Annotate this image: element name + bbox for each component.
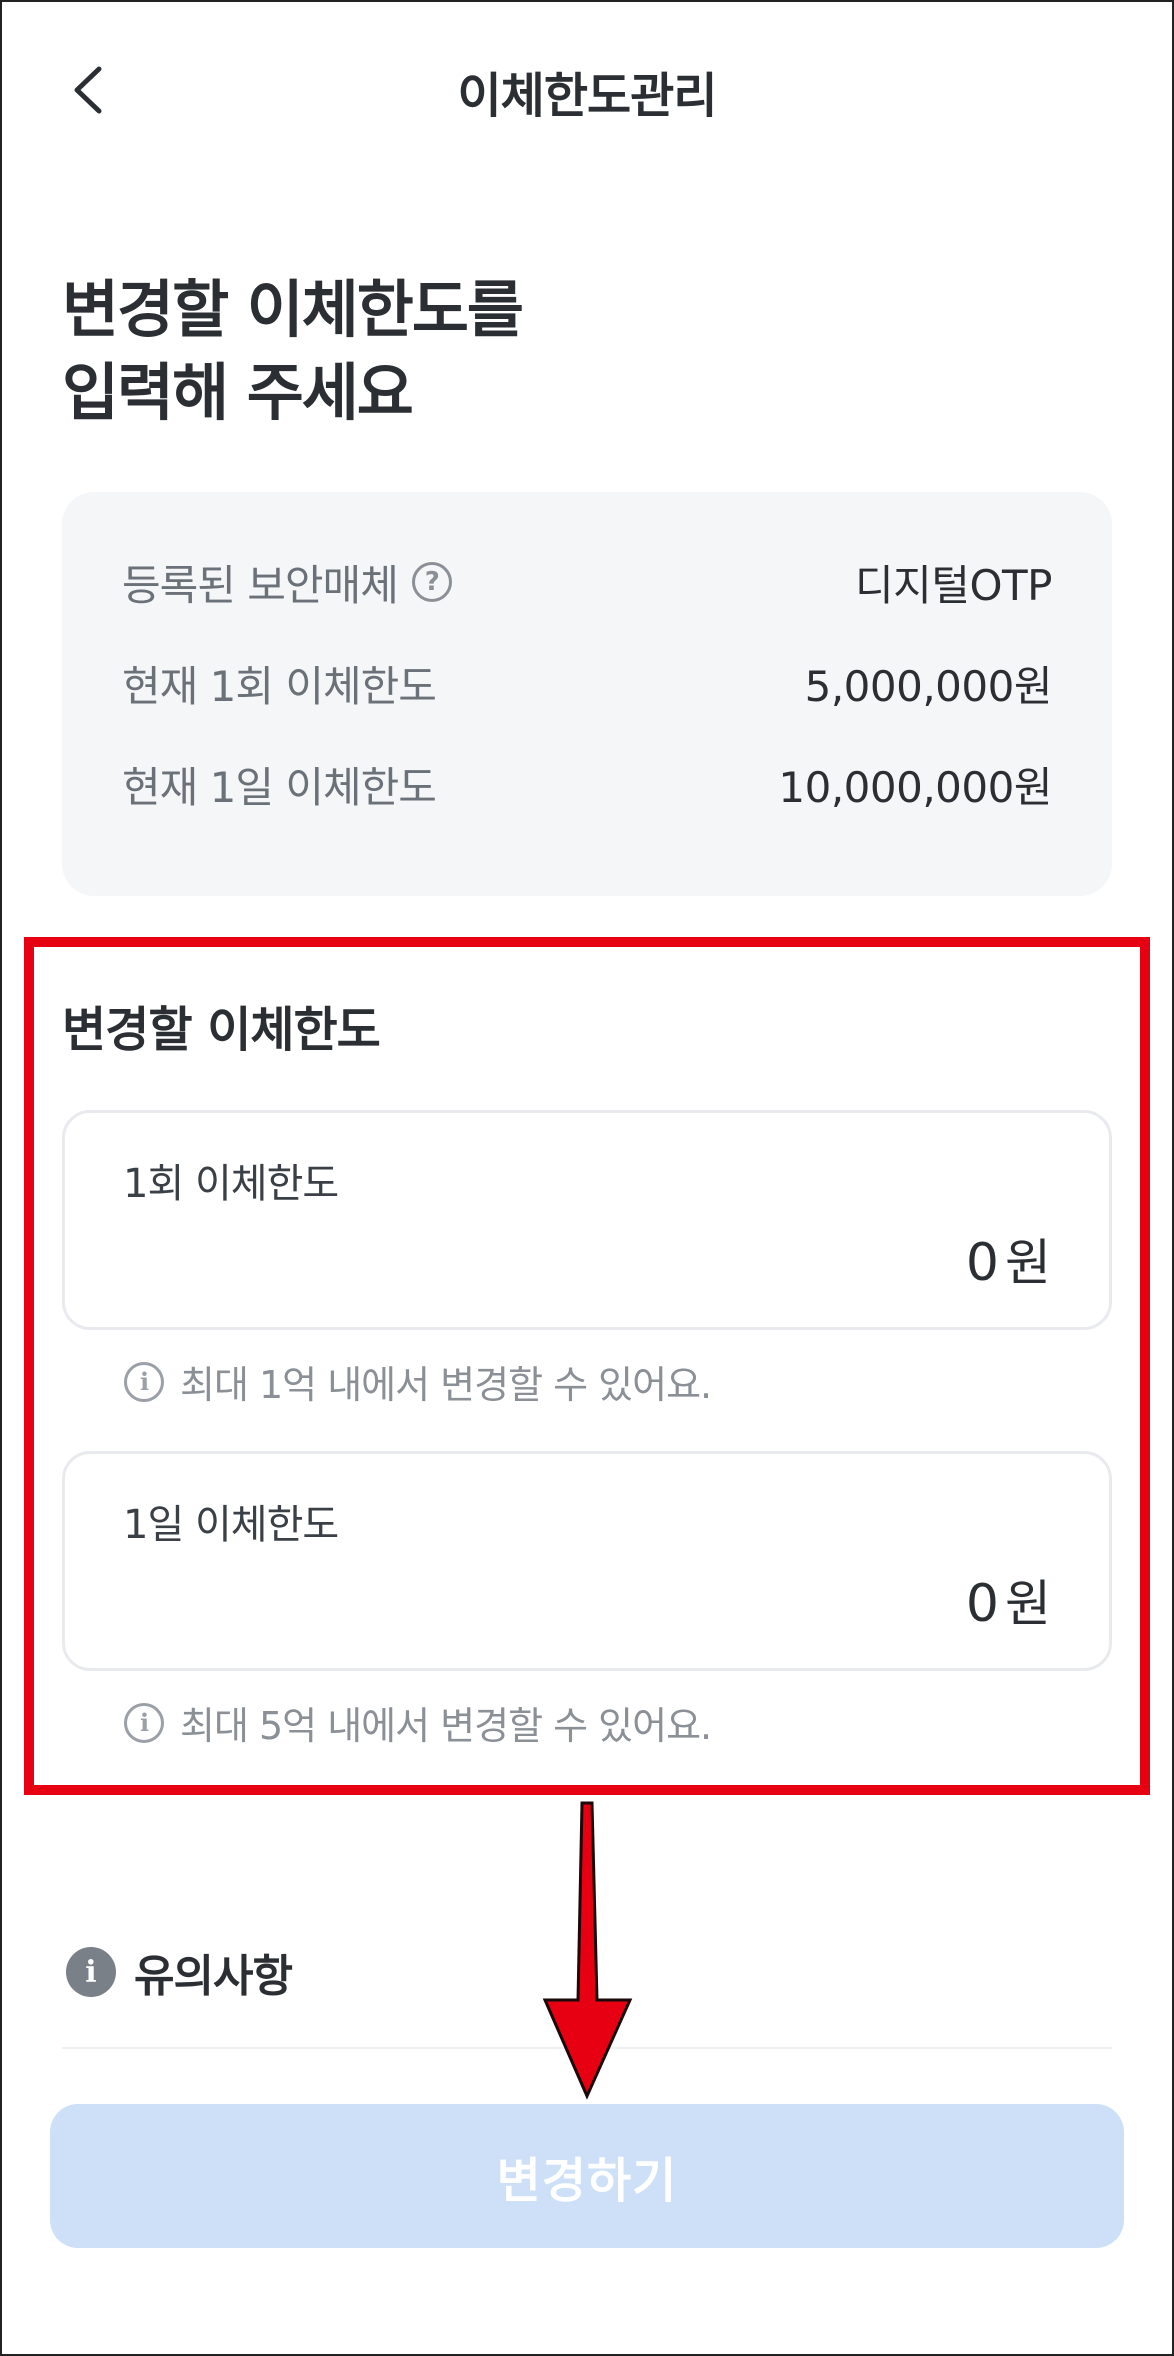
arrow-shape xyxy=(542,1801,633,2100)
annotation-arrow xyxy=(542,1801,633,2100)
